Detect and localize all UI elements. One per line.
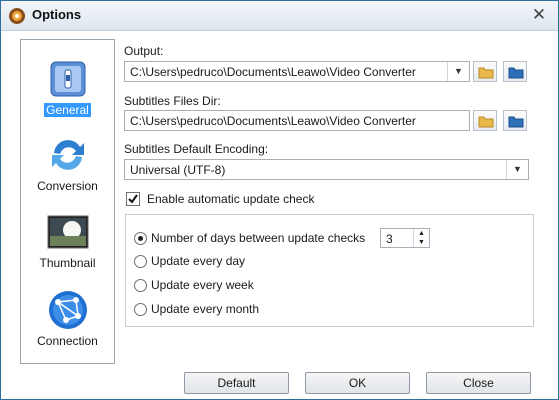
days-value: 3 — [386, 232, 393, 246]
stepper-buttons: ▲ ▼ — [413, 229, 429, 247]
auto-update-label: Enable automatic update check — [147, 192, 315, 206]
radio-every-week-label: Update every week — [151, 278, 254, 292]
nav-item-general[interactable]: General — [21, 57, 114, 117]
options-dialog: Options ✕ General Conversion Thumbnail C… — [0, 0, 559, 400]
ok-button[interactable]: OK — [305, 372, 410, 394]
checkmark-icon — [128, 194, 138, 204]
general-settings-icon — [50, 61, 85, 97]
nav-label-thumbnail: Thumbnail — [39, 256, 96, 270]
globe-network-icon — [48, 291, 87, 329]
browse-output-folder-button[interactable] — [473, 61, 497, 82]
folder-open-icon — [478, 116, 494, 128]
default-button[interactable]: Default — [184, 372, 289, 394]
radio-every-day[interactable] — [134, 255, 147, 268]
conversion-arrows-icon — [51, 140, 84, 170]
nav-label-connection: Connection — [37, 334, 98, 348]
output-path-value: C:\Users\pedruco\Documents\Leawo\Video C… — [130, 65, 416, 79]
radio-every-day-label: Update every day — [151, 254, 246, 268]
folder-open-icon — [478, 67, 494, 79]
title-bar[interactable]: Options ✕ — [1, 1, 558, 31]
window-title: Options — [32, 7, 82, 22]
nav-item-thumbnail[interactable]: Thumbnail — [21, 210, 114, 270]
radio-days-between[interactable] — [134, 232, 147, 245]
nav-item-connection[interactable]: Connection — [21, 288, 114, 348]
auto-update-checkbox[interactable] — [126, 192, 140, 206]
nav-label-conversion: Conversion — [37, 179, 98, 193]
encoding-select[interactable]: Universal (UTF-8) ▼ — [124, 159, 529, 180]
encoding-value: Universal (UTF-8) — [130, 163, 226, 177]
output-path-combo[interactable]: C:\Users\pedruco\Documents\Leawo\Video C… — [124, 61, 470, 82]
stepper-up-icon[interactable]: ▲ — [414, 229, 429, 238]
radio-every-month[interactable] — [134, 303, 147, 316]
subtitles-dir-value: C:\Users\pedruco\Documents\Leawo\Video C… — [130, 114, 416, 128]
folder-icon — [508, 67, 524, 79]
nav-item-conversion[interactable]: Conversion — [21, 133, 114, 193]
category-panel: General Conversion Thumbnail Connection — [20, 39, 115, 364]
days-stepper[interactable]: 3 ▲ ▼ — [380, 228, 430, 248]
subtitles-dir-label: Subtitles Files Dir: — [124, 94, 221, 108]
radio-days-between-label: Number of days between update checks — [151, 231, 366, 245]
folder-icon — [508, 116, 524, 128]
close-button[interactable]: Close — [426, 372, 531, 394]
nav-label-general: General — [44, 103, 91, 117]
dialog-body: General Conversion Thumbnail Connection … — [5, 32, 554, 396]
radio-every-month-label: Update every month — [151, 302, 260, 316]
radio-every-week[interactable] — [134, 279, 147, 292]
leawo-app-icon — [9, 8, 25, 24]
output-label: Output: — [124, 44, 164, 58]
update-frequency-group: Number of days between update checks 3 ▲… — [125, 214, 534, 327]
subtitles-dir-field[interactable]: C:\Users\pedruco\Documents\Leawo\Video C… — [124, 110, 470, 131]
close-icon[interactable]: ✕ — [530, 6, 548, 24]
chevron-down-icon[interactable]: ▼ — [506, 160, 528, 179]
thumbnail-image-icon — [47, 215, 88, 249]
chevron-down-icon[interactable]: ▼ — [447, 62, 469, 81]
encoding-label: Subtitles Default Encoding: — [124, 142, 269, 156]
open-output-folder-button[interactable] — [503, 61, 527, 82]
browse-subtitles-folder-button[interactable] — [473, 110, 497, 131]
open-subtitles-folder-button[interactable] — [503, 110, 527, 131]
stepper-down-icon[interactable]: ▼ — [414, 238, 429, 247]
